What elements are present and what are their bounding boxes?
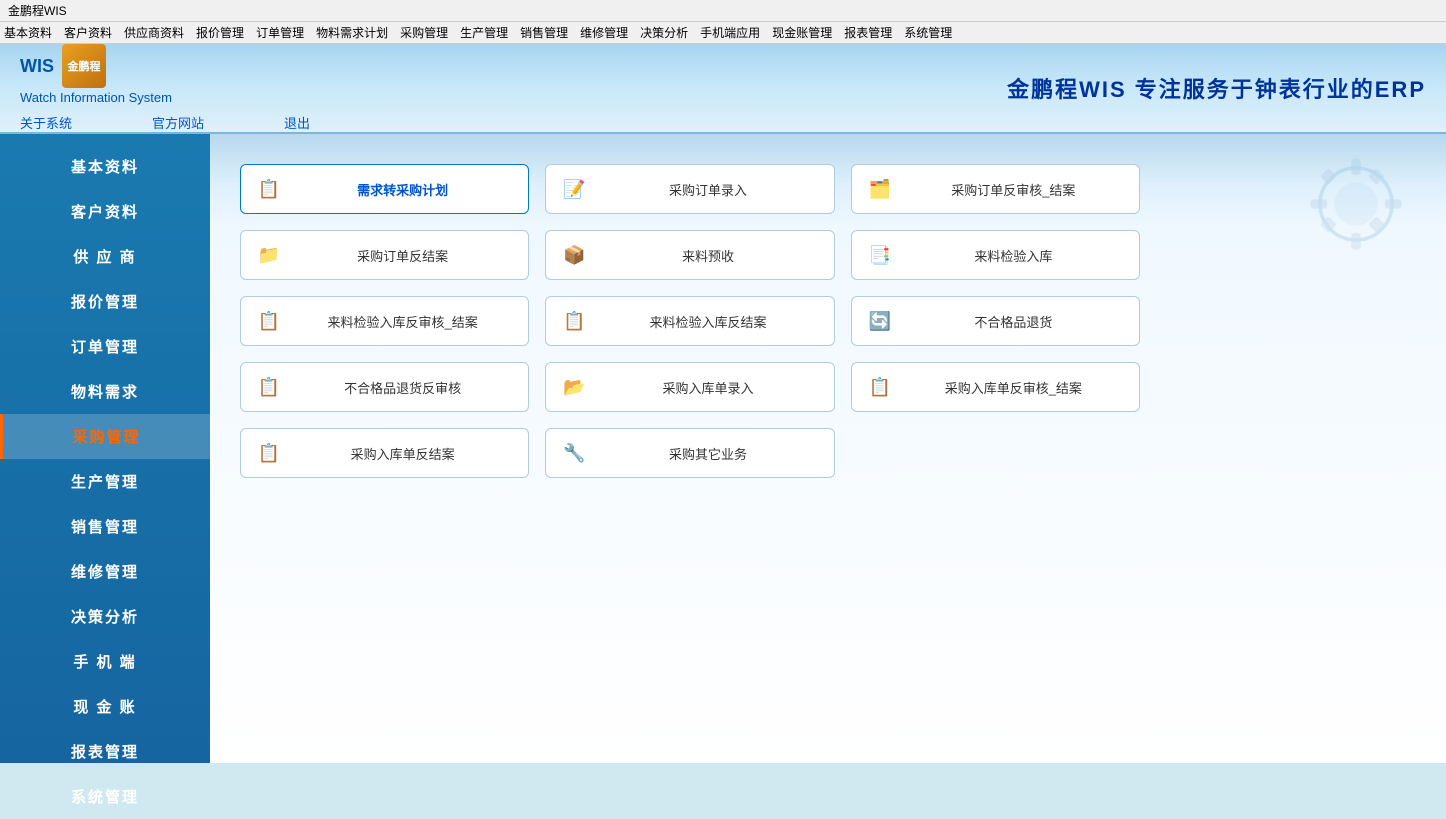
btn-lailiao-fanjie[interactable]: 📋 来料检验入库反结案 xyxy=(545,296,834,346)
btn-icon-caigou-dingdan: 📝 xyxy=(560,175,588,203)
logo-wis-text: WIS xyxy=(20,56,54,77)
btn-lailiao-yushou[interactable]: 📦 来料预收 xyxy=(545,230,834,280)
header-left-content: WIS 金鹏程 Watch Information System 关于系统 官方… xyxy=(20,44,310,132)
nav-about[interactable]: 关于系统 xyxy=(20,113,72,132)
menu-baojia[interactable]: 报价管理 xyxy=(196,24,244,41)
btn-icon-caigou-ruku-fanshen: 📋 xyxy=(866,373,894,401)
logo-subtitle: Watch Information System xyxy=(20,90,310,105)
btn-caigou-fanshen-jie[interactable]: 🗂️ 采购订单反审核_结案 xyxy=(851,164,1140,214)
btn-label-caigou-ruku-fanjie: 采购入库单反结案 xyxy=(291,444,514,463)
sidebar: 基本资料 客户资料 供 应 商 报价管理 订单管理 物料需求 采购管理 生产管理… xyxy=(0,134,210,763)
btn-lailiao-fanshen-jie[interactable]: 📋 来料检验入库反审核_结案 xyxy=(240,296,529,346)
sidebar-item-shouji[interactable]: 手 机 端 xyxy=(0,639,210,684)
sidebar-item-kehu[interactable]: 客户资料 xyxy=(0,189,210,234)
btn-icon-buhege-tuihuo: 🔄 xyxy=(866,307,894,335)
btn-label-caigou-ruku: 采购入库单录入 xyxy=(596,378,819,397)
btn-icon-caigou-ruku-fanjie: 📋 xyxy=(255,439,283,467)
menu-jibenzi[interactable]: 基本资料 xyxy=(4,24,52,41)
btn-label-lailiao-yushou: 来料预收 xyxy=(596,246,819,265)
btn-label-lailiao-fanshen: 来料检验入库反审核_结案 xyxy=(291,312,514,331)
main-layout: 基本资料 客户资料 供 应 商 报价管理 订单管理 物料需求 采购管理 生产管理… xyxy=(0,134,1446,763)
menu-weixiu[interactable]: 维修管理 xyxy=(580,24,628,41)
btn-icon-caigou-fanjie: 📁 xyxy=(255,241,283,269)
menu-xiaoshou[interactable]: 销售管理 xyxy=(520,24,568,41)
nav-website[interactable]: 官方网站 xyxy=(152,113,204,132)
title-bar: 金鹏程WIS xyxy=(0,0,1446,22)
nav-logout[interactable]: 退出 xyxy=(284,113,310,132)
sidebar-item-wuliao[interactable]: 物料需求 xyxy=(0,369,210,414)
btn-caigou-qita[interactable]: 🔧 采购其它业务 xyxy=(545,428,834,478)
header: WIS 金鹏程 Watch Information System 关于系统 官方… xyxy=(0,44,1446,134)
header-top-row: WIS 金鹏程 Watch Information System 关于系统 官方… xyxy=(20,44,310,132)
menu-dingdan[interactable]: 订单管理 xyxy=(256,24,304,41)
btn-icon-buhege-fanshen: 📋 xyxy=(255,373,283,401)
sidebar-item-xitong[interactable]: 系统管理 xyxy=(0,774,210,819)
sidebar-item-caigou[interactable]: 采购管理 xyxy=(0,414,210,459)
btn-label-caigou-qita: 采购其它业务 xyxy=(596,444,819,463)
btn-label-xuqiu: 需求转采购计划 xyxy=(291,180,514,199)
btn-label-caigou-fanshen: 采购订单反审核_结案 xyxy=(902,180,1125,199)
btn-icon-caigou-fanshen: 🗂️ xyxy=(866,175,894,203)
btn-caigou-dingdan[interactable]: 📝 采购订单录入 xyxy=(545,164,834,214)
btn-label-lailiao-fanjie: 来料检验入库反结案 xyxy=(596,312,819,331)
menu-gongyingshang[interactable]: 供应商资料 xyxy=(124,24,184,41)
menu-shouji[interactable]: 手机端应用 xyxy=(700,24,760,41)
nav-links: 关于系统 官方网站 退出 xyxy=(20,113,310,132)
btn-caigou-fanjie[interactable]: 📁 采购订单反结案 xyxy=(240,230,529,280)
btn-label-lailiao-jianyan: 来料检验入库 xyxy=(902,246,1125,265)
sidebar-item-baobiao[interactable]: 报表管理 xyxy=(0,729,210,774)
sidebar-item-jibenzi[interactable]: 基本资料 xyxy=(0,144,210,189)
menu-baobiao[interactable]: 报表管理 xyxy=(844,24,892,41)
btn-label-caigou-fanjie: 采购订单反结案 xyxy=(291,246,514,265)
btn-icon-caigou-qita: 🔧 xyxy=(560,439,588,467)
btn-caigou-ruku-fanshen[interactable]: 📋 采购入库单反审核_结案 xyxy=(851,362,1140,412)
btn-label-buhege-tuihuo: 不合格品退货 xyxy=(902,312,1125,331)
function-button-grid: 📋 需求转采购计划 📝 采购订单录入 🗂️ 采购订单反审核_结案 📁 采购订单反… xyxy=(240,164,1140,478)
sidebar-item-juece[interactable]: 决策分析 xyxy=(0,594,210,639)
btn-icon-lailiao-fanjie: 📋 xyxy=(560,307,588,335)
menu-kehu[interactable]: 客户资料 xyxy=(64,24,112,41)
logo-icon: 金鹏程 xyxy=(62,44,106,88)
btn-xuqiu-caigou[interactable]: 📋 需求转采购计划 xyxy=(240,164,529,214)
sidebar-item-weixiu[interactable]: 维修管理 xyxy=(0,549,210,594)
gear-decoration xyxy=(1296,144,1416,264)
btn-label-buhege-fanshen: 不合格品退货反审核 xyxy=(291,378,514,397)
btn-icon-lailiao-fanshen: 📋 xyxy=(255,307,283,335)
header-left: WIS 金鹏程 Watch Information System 关于系统 官方… xyxy=(20,44,310,132)
btn-icon-xuqiu: 📋 xyxy=(255,175,283,203)
sidebar-item-xianjin[interactable]: 现 金 账 xyxy=(0,684,210,729)
btn-label-caigou-ruku-fanshen: 采购入库单反审核_结案 xyxy=(902,378,1125,397)
sidebar-item-shengchan[interactable]: 生产管理 xyxy=(0,459,210,504)
sidebar-item-gongyingshang[interactable]: 供 应 商 xyxy=(0,234,210,279)
menu-shengchan[interactable]: 生产管理 xyxy=(460,24,508,41)
menu-juece[interactable]: 决策分析 xyxy=(640,24,688,41)
btn-icon-lailiao-yushou: 📦 xyxy=(560,241,588,269)
sidebar-item-dingdan[interactable]: 订单管理 xyxy=(0,324,210,369)
btn-buhege-tuihuo[interactable]: 🔄 不合格品退货 xyxy=(851,296,1140,346)
sidebar-item-xiaoshou[interactable]: 销售管理 xyxy=(0,504,210,549)
btn-lailiao-jianyan[interactable]: 📑 来料检验入库 xyxy=(851,230,1140,280)
btn-label-caigou-dingdan: 采购订单录入 xyxy=(596,180,819,199)
title-text: 金鹏程WIS xyxy=(8,2,67,19)
menu-xitong[interactable]: 系统管理 xyxy=(904,24,952,41)
menu-xianjin[interactable]: 现金账管理 xyxy=(772,24,832,41)
sidebar-item-baojia[interactable]: 报价管理 xyxy=(0,279,210,324)
btn-caigou-ruku-fanjie[interactable]: 📋 采购入库单反结案 xyxy=(240,428,529,478)
menu-wuliao[interactable]: 物料需求计划 xyxy=(316,24,388,41)
btn-buhege-fanshen[interactable]: 📋 不合格品退货反审核 xyxy=(240,362,529,412)
btn-icon-caigou-ruku: 📂 xyxy=(560,373,588,401)
btn-icon-lailiao-jianyan: 📑 xyxy=(866,241,894,269)
btn-caigou-ruku[interactable]: 📂 采购入库单录入 xyxy=(545,362,834,412)
content-area: 📋 需求转采购计划 📝 采购订单录入 🗂️ 采购订单反审核_结案 📁 采购订单反… xyxy=(210,134,1446,763)
header-tagline: 金鹏程WIS 专注服务于钟表行业的ERP xyxy=(1007,72,1426,104)
menu-caigou[interactable]: 采购管理 xyxy=(400,24,448,41)
menu-bar: 基本资料 客户资料 供应商资料 报价管理 订单管理 物料需求计划 采购管理 生产… xyxy=(0,22,1446,44)
